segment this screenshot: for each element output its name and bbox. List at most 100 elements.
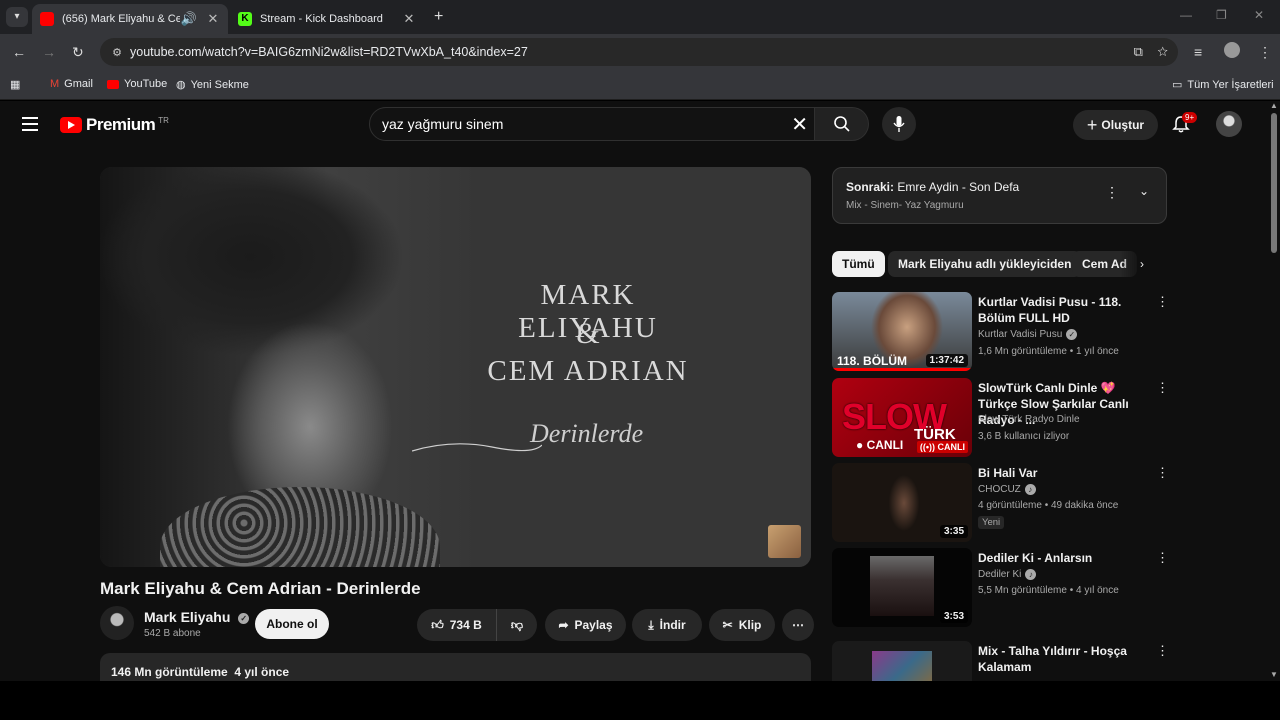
bookmark-label: Yeni Sekme (190, 78, 249, 91)
install-icon[interactable]: ⧉ (1134, 44, 1143, 59)
playlist-more-icon[interactable]: ⋮ (1105, 184, 1119, 201)
scrollbar-thumb[interactable] (1271, 113, 1277, 253)
download-icon: ⤓ (648, 617, 654, 632)
video-thumbnail[interactable]: 3:53 (832, 548, 972, 627)
bookmark-gmail[interactable]: M Gmail (50, 78, 93, 90)
site-info-icon[interactable]: ⚙ (104, 46, 130, 59)
recommendation-item[interactable]: 3:35 Bi Hali Var CHOCUZ ♪ 4 görüntüleme •… (832, 463, 1172, 543)
minimize-icon[interactable]: — (1180, 8, 1192, 22)
dislike-button[interactable]: 👎︎ (497, 609, 537, 641)
artwork-ampersand: & (576, 317, 600, 350)
youtube-logo-icon (60, 117, 82, 133)
create-button[interactable]: + Oluştur (1073, 110, 1158, 140)
chip-all[interactable]: Tümü (832, 251, 885, 277)
tab-close-icon[interactable]: ✕ (204, 11, 222, 27)
clip-button[interactable]: ✂ Klip (709, 609, 775, 641)
media-control-icon[interactable]: ≡ (1194, 44, 1202, 60)
channel-text: CHOCUZ (978, 484, 1021, 496)
tab-audio-icon[interactable]: 🔊 (180, 11, 198, 27)
video-thumbnail[interactable]: SLOW TÜRK ● CANLI ((•)) CANLI (832, 378, 972, 457)
create-label: Oluştur (1101, 118, 1145, 132)
apps-grid-icon[interactable]: ▦ (10, 78, 20, 91)
like-button[interactable]: 👍︎ 734 B (417, 609, 497, 641)
thumbs-up-icon: 👍︎ (431, 617, 444, 632)
reload-icon[interactable]: ↻ (72, 44, 84, 61)
profile-icon[interactable] (1224, 42, 1240, 58)
progress-bar (832, 368, 972, 371)
chevron-down-icon[interactable]: ⌄ (1139, 184, 1149, 198)
recommendation-channel: Kurtlar Vadisi Pusu ✓ (978, 329, 1078, 340)
chip-from-uploader[interactable]: Mark Eliyahu adlı yükleyiciden (888, 251, 1082, 277)
tab-kick[interactable]: K Stream - Kick Dashboard ✕ (230, 4, 424, 34)
clear-search-icon[interactable]: ✕ (791, 112, 808, 137)
url-text[interactable]: youtube.com/watch?v=BAIG6zmNi2w&list=RD2… (130, 45, 528, 59)
playlist-up-next[interactable]: Sonraki: Emre Aydin - Son Defa Mix - Sin… (832, 167, 1167, 224)
restore-icon[interactable]: ❐ (1216, 8, 1227, 22)
window-close-icon[interactable]: ✕ (1254, 8, 1264, 22)
up-next-title: Sonraki: Emre Aydin - Son Defa (846, 180, 1019, 194)
subscribe-button[interactable]: Abone ol (255, 609, 329, 639)
account-avatar[interactable] (1216, 111, 1242, 137)
search-input[interactable] (382, 116, 782, 132)
new-tab-icon[interactable]: + (434, 8, 443, 26)
live-label: ● CANLI (856, 438, 904, 452)
video-thumbnail[interactable]: 3:35 (832, 463, 972, 542)
recommendation-item[interactable]: SLOW TÜRK ● CANLI ((•)) CANLI SlowTürk C… (832, 378, 1172, 458)
tab-close-icon[interactable]: ✕ (400, 11, 418, 27)
video-thumbnail[interactable] (832, 641, 972, 681)
plus-icon: + (1086, 114, 1098, 135)
recommendation-meta: 3,6 B kullanıcı izliyor (978, 431, 1070, 442)
share-button[interactable]: ➦ Paylaş (545, 609, 626, 641)
scroll-up-icon[interactable]: ▲ (1270, 101, 1278, 110)
video-player[interactable]: MARK ELIYAHU & CEM ADRIAN Derinlerde (100, 167, 811, 567)
bookmark-youtube[interactable]: YouTube (107, 78, 167, 90)
recommendation-item[interactable]: 3:53 Dediler Ki - Anlarsın Dediler Ki ♪ 5… (832, 548, 1172, 628)
recommendation-item[interactable]: 118. BÖLÜM 1:37:42 Kurtlar Vadisi Pusu -… (832, 292, 1172, 372)
youtube-icon (107, 79, 119, 89)
omnibox[interactable]: ⚙ youtube.com/watch?v=BAIG6zmNi2w&list=R… (100, 38, 1178, 66)
all-bookmarks-label: Tüm Yer İşaretleri (1187, 78, 1274, 91)
video-thumbnail[interactable]: 118. BÖLÜM 1:37:42 (832, 292, 972, 371)
hamburger-menu-icon[interactable] (22, 117, 38, 135)
microphone-icon (893, 116, 905, 132)
search-button[interactable] (815, 107, 869, 141)
channel-avatar[interactable] (100, 606, 134, 640)
more-vertical-icon[interactable]: ⋮ (1156, 465, 1169, 481)
description-box[interactable]: 146 Mn görüntüleme 4 yıl önce (100, 653, 811, 681)
recommendation-meta: 4 görüntüleme • 49 dakika önce (978, 500, 1119, 511)
all-bookmarks[interactable]: ▭ Tüm Yer İşaretleri (1172, 78, 1274, 92)
channel-name[interactable]: Mark Eliyahu ✓ (144, 609, 250, 625)
video-title: Mark Eliyahu & Cem Adrian - Derinlerde (100, 579, 421, 598)
voice-search-button[interactable] (882, 107, 916, 141)
more-vertical-icon[interactable]: ⋮ (1156, 643, 1169, 659)
channel-text: Dediler Ki (978, 569, 1022, 581)
more-vertical-icon[interactable]: ⋮ (1156, 380, 1169, 396)
tab-search-button[interactable]: ▾ (6, 7, 28, 27)
tab-youtube[interactable]: (656) Mark Eliyahu & Cem A 🔊 ✕ (32, 4, 228, 34)
live-badge: ((•)) CANLI (916, 441, 968, 453)
page-scrollbar[interactable]: ▲ ▼ (1268, 101, 1280, 681)
bookmark-star-icon[interactable]: ☆ (1157, 44, 1168, 59)
verified-icon: ♪ (1024, 484, 1036, 495)
chevron-right-icon[interactable]: › (1140, 257, 1144, 271)
channel-watermark[interactable] (768, 525, 801, 558)
browser-menu-icon[interactable]: ⋮ (1258, 44, 1272, 61)
youtube-favicon-icon (40, 12, 54, 26)
scroll-down-icon[interactable]: ▼ (1270, 670, 1278, 679)
folder-icon: ▭ (1172, 79, 1183, 91)
more-actions-button[interactable]: ⋯ (782, 609, 814, 641)
recommendation-item[interactable]: Mix - Talha Yıldırır - Hoşça Kalamam ⋮ (832, 641, 1172, 681)
tab-title: Stream - Kick Dashboard (260, 13, 383, 25)
forward-icon[interactable]: → (42, 44, 56, 60)
download-button[interactable]: ⤓ İndir (632, 609, 702, 641)
search-icon (833, 116, 850, 132)
more-vertical-icon[interactable]: ⋮ (1156, 294, 1169, 310)
channel-name-text: Mark Eliyahu (144, 609, 231, 625)
recommendation-meta: 5,5 Mn görüntüleme • 4 yıl önce (978, 585, 1119, 596)
youtube-premium-logo[interactable]: Premium TR (60, 115, 169, 135)
back-icon[interactable]: ← (12, 44, 26, 60)
bookmark-new-tab[interactable]: ◍ Yeni Sekme (176, 78, 249, 92)
clip-label: Klip (738, 618, 762, 632)
download-label: İndir (659, 618, 686, 632)
more-vertical-icon[interactable]: ⋮ (1156, 550, 1169, 566)
